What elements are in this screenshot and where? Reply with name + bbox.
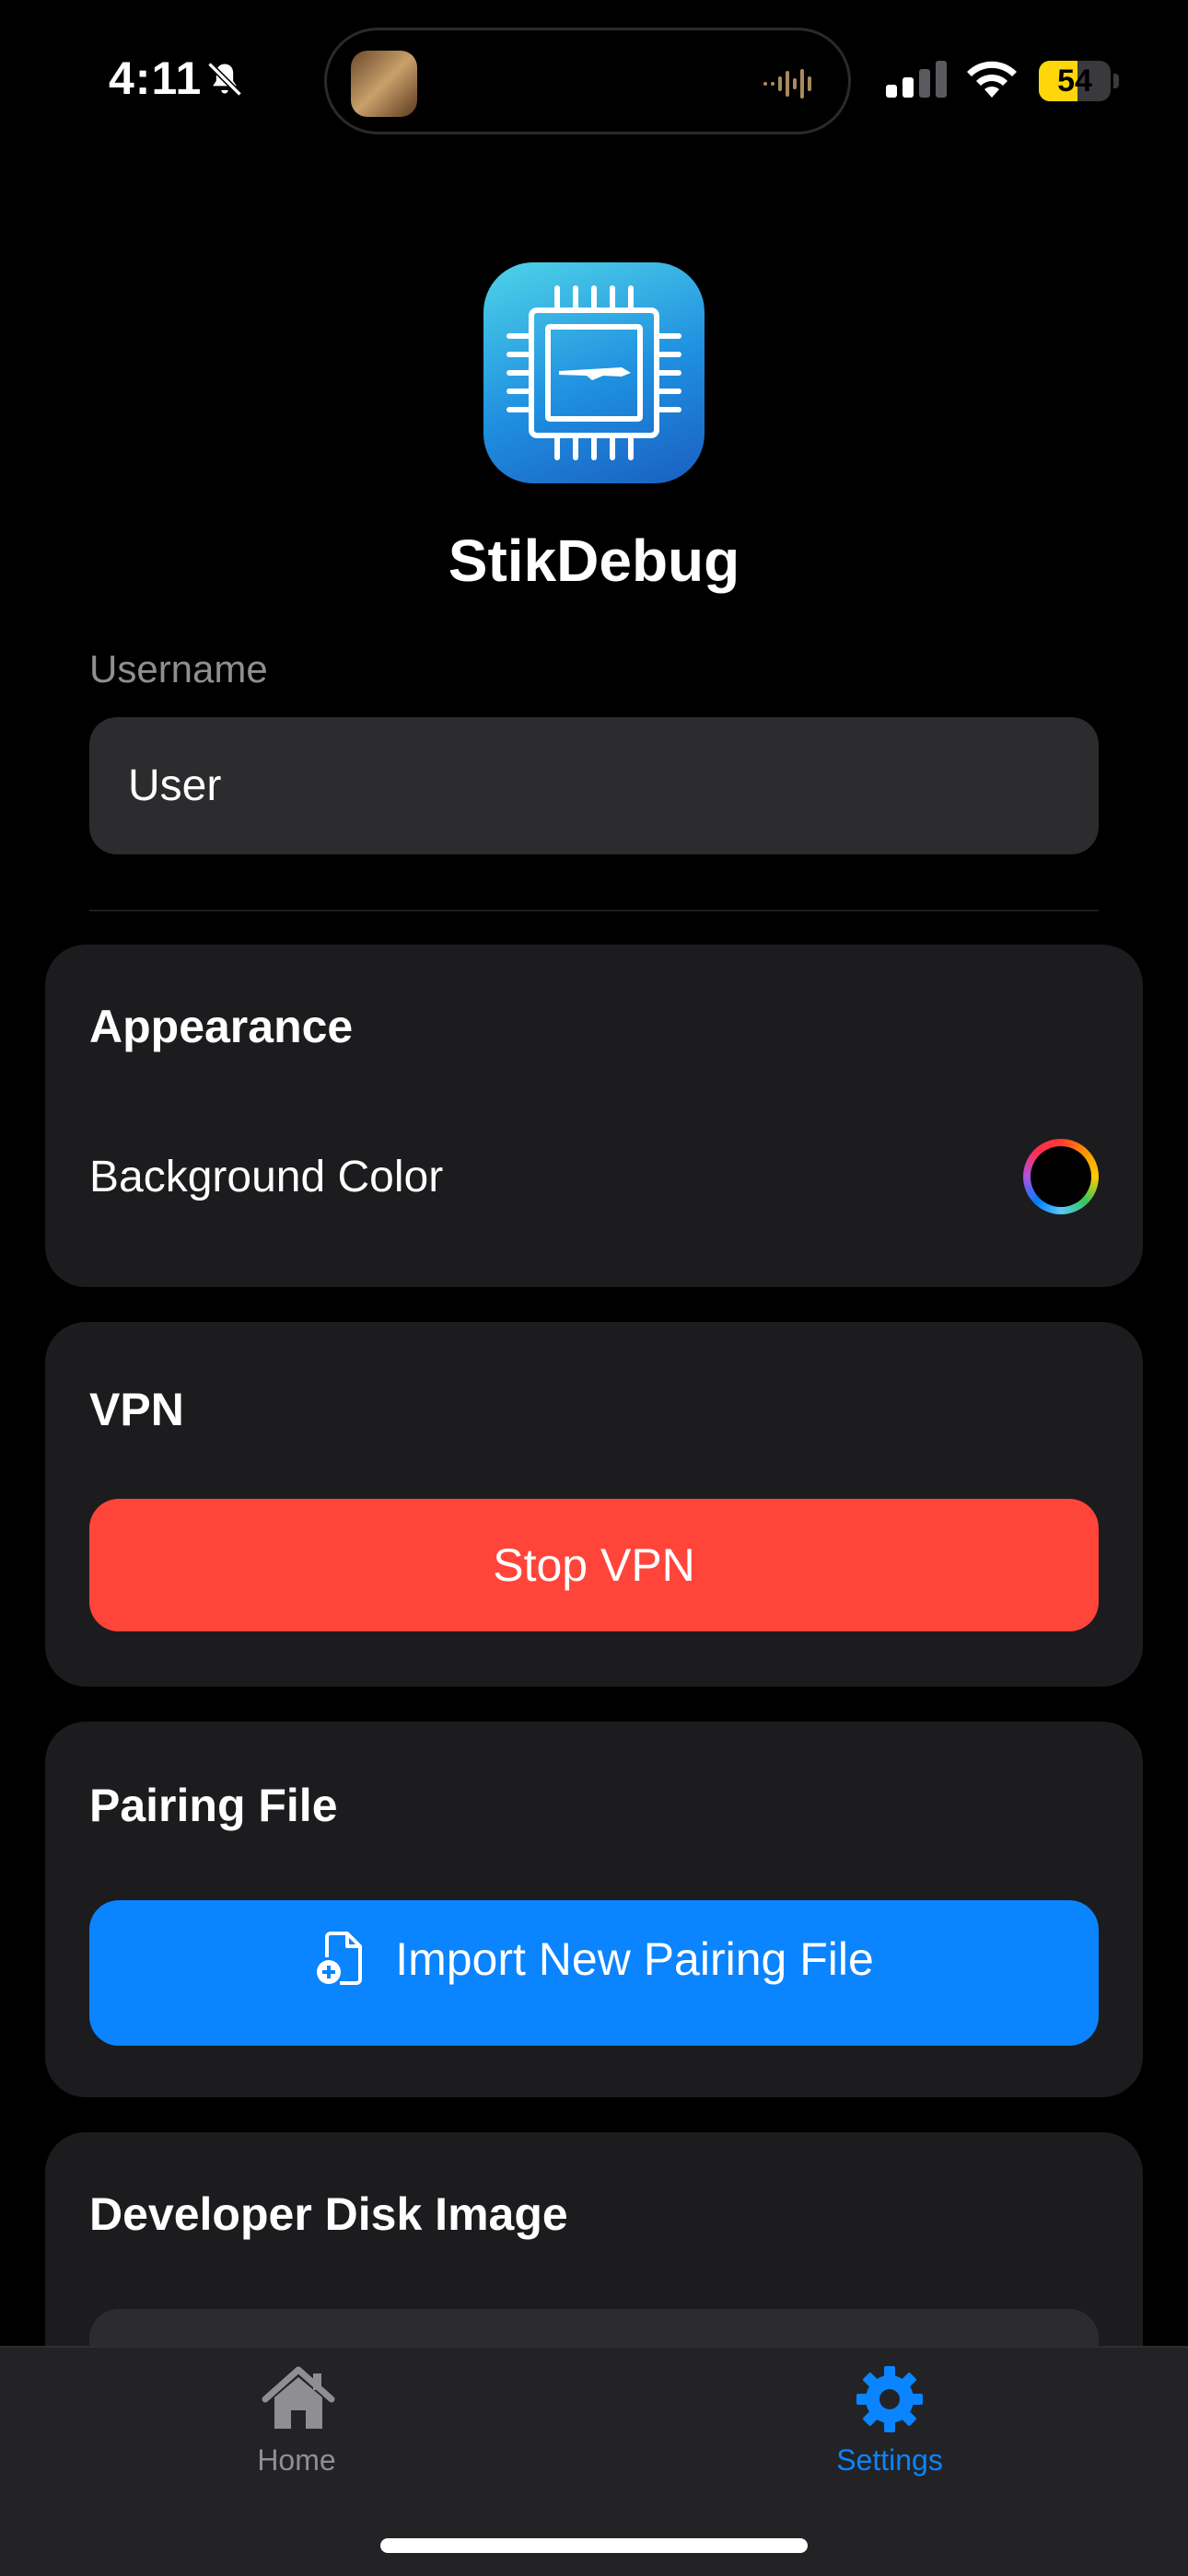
developer-disk-image-title: Developer Disk Image bbox=[89, 2188, 568, 2240]
document-add-icon bbox=[314, 1930, 369, 1989]
wifi-icon bbox=[963, 57, 1020, 104]
audio-waveform-icon bbox=[762, 65, 821, 107]
status-time: 4:11 bbox=[109, 52, 203, 104]
appearance-card: Appearance Background Color bbox=[45, 945, 1143, 1287]
background-color-label: Background Color bbox=[89, 1153, 444, 1201]
dynamic-island[interactable] bbox=[324, 28, 851, 134]
chip-icon bbox=[507, 285, 681, 460]
home-indicator[interactable] bbox=[380, 2538, 808, 2553]
username-label: Username bbox=[89, 647, 268, 690]
status-bar: 4:11 54 bbox=[0, 0, 1188, 157]
tab-home-label: Home bbox=[257, 2443, 336, 2477]
cellular-signal-icon bbox=[884, 61, 949, 102]
pairing-file-card: Pairing File Import New Pairing File bbox=[45, 1722, 1143, 2097]
divider bbox=[89, 910, 1099, 911]
tab-settings-label: Settings bbox=[836, 2443, 943, 2477]
app-icon bbox=[483, 262, 705, 483]
vpn-card: VPN Stop VPN bbox=[45, 1322, 1143, 1687]
house-icon bbox=[260, 2364, 337, 2439]
now-playing-artwork bbox=[351, 51, 417, 117]
stop-vpn-label: Stop VPN bbox=[493, 1539, 695, 1591]
battery-percent: 54 bbox=[1057, 64, 1092, 99]
color-picker-icon[interactable] bbox=[1023, 1139, 1099, 1214]
stop-vpn-button[interactable]: Stop VPN bbox=[89, 1499, 1099, 1631]
import-pairing-file-label: Import New Pairing File bbox=[395, 1933, 874, 1985]
gear-icon bbox=[855, 2364, 925, 2439]
battery-indicator: 54 bbox=[1039, 61, 1119, 101]
app-title: StikDebug bbox=[448, 528, 740, 594]
pairing-file-title: Pairing File bbox=[89, 1780, 338, 1831]
username-field[interactable] bbox=[89, 717, 1099, 854]
vpn-title: VPN bbox=[89, 1384, 184, 1435]
import-pairing-file-button[interactable]: Import New Pairing File bbox=[89, 1900, 1099, 2046]
appearance-title: Appearance bbox=[89, 1001, 354, 1052]
bell-slash-icon bbox=[204, 59, 245, 104]
